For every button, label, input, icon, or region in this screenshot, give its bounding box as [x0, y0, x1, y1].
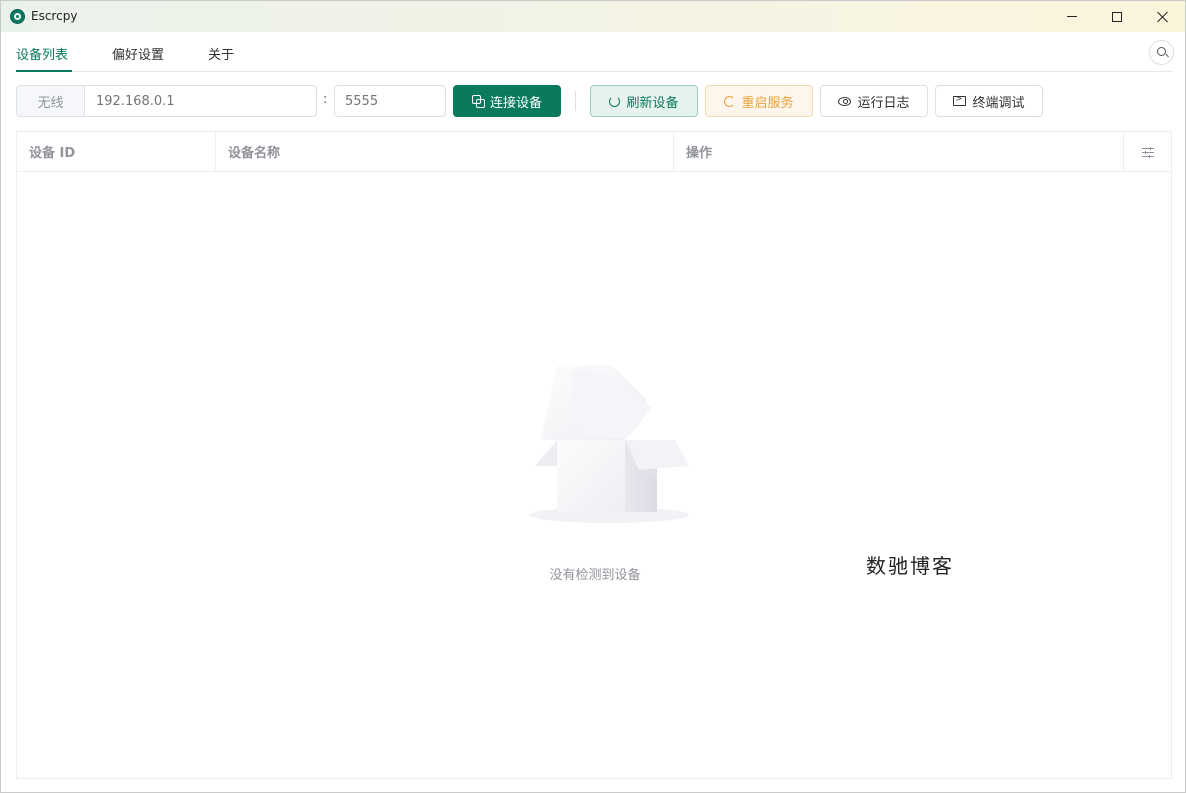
search-button[interactable]: [1149, 40, 1174, 65]
active-tab-indicator: [16, 70, 72, 72]
minimize-button[interactable]: [1049, 1, 1095, 32]
tab-about[interactable]: 关于: [208, 44, 234, 63]
refresh-devices-button[interactable]: 刷新设备: [590, 85, 698, 117]
eye-icon: [838, 96, 852, 106]
tab-device-list[interactable]: 设备列表: [16, 44, 68, 63]
terminal-icon: [953, 93, 967, 106]
device-toolbar: 无线 : 连接设备 刷新设备 重启服务 运行日志 终端调试: [1, 85, 1185, 117]
main-tabs: 设备列表 偏好设置 关于: [16, 32, 1173, 72]
port-input[interactable]: [345, 93, 435, 109]
close-button[interactable]: [1140, 1, 1186, 32]
table-header: 设备 ID 设备名称 操作: [17, 132, 1171, 172]
restart-service-label: 重启服务: [741, 95, 794, 111]
connect-device-button[interactable]: 连接设备: [453, 85, 561, 117]
terminal-debug-button[interactable]: 终端调试: [935, 85, 1043, 117]
empty-box-illustration: [529, 365, 689, 523]
app-window: Escrcpy 设备列表 偏好设置 关于 无线 : 连接设备: [0, 0, 1186, 793]
maximize-icon: [1112, 11, 1122, 22]
wireless-label: 无线: [17, 86, 85, 116]
link-icon: [471, 95, 485, 108]
watermark-text: 数驰博客: [866, 554, 954, 578]
toolbar-divider: [575, 91, 576, 111]
run-log-button[interactable]: 运行日志: [820, 85, 928, 117]
terminal-debug-label: 终端调试: [972, 95, 1025, 111]
tab-preferences[interactable]: 偏好设置: [112, 44, 164, 63]
ip-address-input[interactable]: [85, 86, 316, 116]
restart-service-button[interactable]: 重启服务: [705, 85, 813, 117]
app-logo-icon: [10, 9, 25, 24]
refresh-devices-label: 刷新设备: [626, 95, 679, 111]
close-icon: [1157, 11, 1169, 23]
title-bar[interactable]: Escrcpy: [1, 1, 1185, 32]
column-header-actions: 操作: [674, 132, 1124, 171]
run-log-label: 运行日志: [857, 95, 910, 111]
column-header-device-id: 设备 ID: [17, 132, 216, 171]
ip-address-group: 无线: [16, 85, 317, 117]
minimize-icon: [1067, 16, 1077, 17]
column-header-device-name: 设备名称: [216, 132, 674, 171]
sliders-icon: [1141, 146, 1154, 158]
device-table: 设备 ID 设备名称 操作 没有检测到设备 数驰博客: [16, 131, 1172, 779]
port-field: [334, 85, 446, 117]
refresh-icon: [609, 95, 621, 107]
port-separator: :: [323, 92, 328, 107]
restart-icon: [724, 95, 736, 107]
column-settings-button[interactable]: [1124, 132, 1171, 171]
maximize-button[interactable]: [1094, 1, 1140, 32]
window-title: Escrcpy: [31, 9, 78, 23]
connect-device-label: 连接设备: [489, 95, 542, 111]
empty-state-message: 没有检测到设备: [549, 568, 641, 583]
